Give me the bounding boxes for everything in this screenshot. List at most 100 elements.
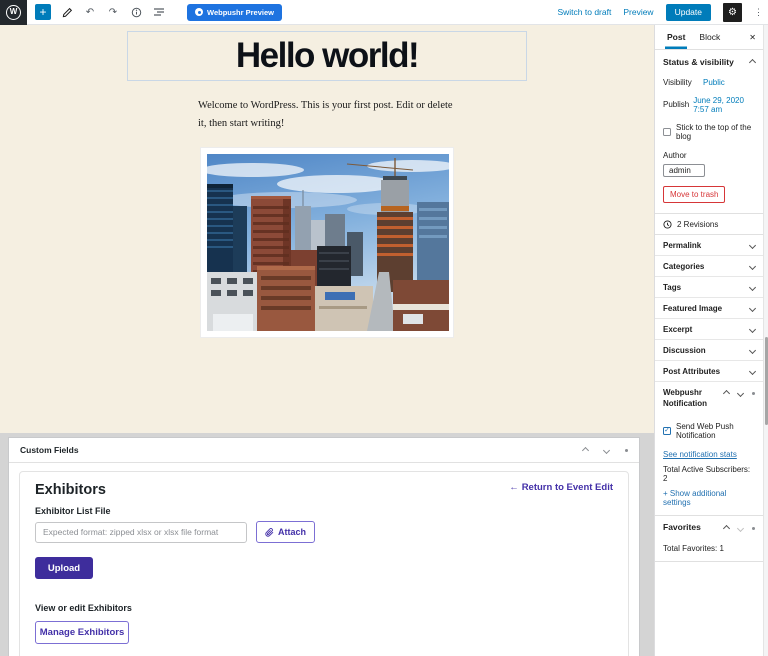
details-button[interactable] <box>129 5 143 19</box>
move-down-icon[interactable] <box>737 390 744 397</box>
notification-stats-link[interactable]: See notification stats <box>663 450 755 459</box>
redo-button[interactable]: ↷ <box>106 5 120 19</box>
settings-button[interactable]: ⚙ <box>723 3 742 22</box>
custom-fields-body: Exhibitors ← Return to Event Edit Exhibi… <box>9 462 639 656</box>
wordpress-logo-icon: W <box>6 5 21 20</box>
panel-options-icon[interactable] <box>752 392 755 395</box>
panel-featured-image-label: Featured Image <box>663 304 722 313</box>
webpushr-preview-label: Webpushr Preview <box>207 8 274 17</box>
add-block-button[interactable]: + <box>35 4 51 20</box>
toolbar-left-group: + ↶ ↷ Webpushr Preview <box>35 4 282 21</box>
panel-options-icon[interactable] <box>625 449 628 452</box>
move-up-icon[interactable] <box>723 525 730 532</box>
webpushr-panel-header: Webpushr Notification <box>655 382 763 416</box>
exhibitors-heading: Exhibitors <box>35 482 106 498</box>
attach-button[interactable]: Attach <box>256 521 315 543</box>
exhibitor-file-input[interactable] <box>35 522 247 543</box>
exhibitor-list-file-label: Exhibitor List File <box>35 506 613 516</box>
more-options-button[interactable]: ⋮ <box>754 7 763 18</box>
plus-icon: + <box>39 6 46 18</box>
undo-button[interactable]: ↶ <box>83 5 97 19</box>
list-view-button[interactable] <box>152 5 166 19</box>
panel-permalink[interactable]: Permalink <box>655 235 763 256</box>
view-or-edit-label: View or edit Exhibitors <box>35 603 613 613</box>
exhibitors-card: Exhibitors ← Return to Event Edit Exhibi… <box>19 471 629 656</box>
tab-block[interactable]: Block <box>697 25 722 49</box>
panel-tags-label: Tags <box>663 283 681 292</box>
file-row: Attach <box>35 521 613 543</box>
visibility-label: Visibility <box>663 78 703 87</box>
edit-mode-button[interactable] <box>60 5 74 19</box>
webpushr-panel-title: Webpushr Notification <box>663 388 709 410</box>
wordpress-logo-button[interactable]: W <box>0 0 27 25</box>
update-button[interactable]: Update <box>666 4 711 21</box>
preview-link[interactable]: Preview <box>623 7 653 17</box>
publish-row: Publish June 29, 2020 7:57 am <box>655 91 763 118</box>
move-down-icon[interactable] <box>737 525 744 532</box>
panel-permalink-label: Permalink <box>663 241 701 250</box>
post-image-block[interactable] <box>200 147 454 338</box>
custom-fields-header[interactable]: Custom Fields <box>9 438 639 462</box>
move-up-icon[interactable] <box>723 390 730 397</box>
send-push-label: Send Web Push Notification <box>676 422 755 440</box>
visibility-row: Visibility Public <box>655 73 763 91</box>
post-paragraph[interactable]: Welcome to WordPress. This is your first… <box>198 97 456 134</box>
panel-post-attributes-label: Post Attributes <box>663 367 720 376</box>
gear-icon: ⚙ <box>728 7 737 18</box>
panel-tags[interactable]: Tags <box>655 277 763 298</box>
page-scrollbar[interactable] <box>763 25 768 656</box>
scrollbar-thumb[interactable] <box>765 337 768 425</box>
move-to-trash-button[interactable]: Move to trash <box>663 186 725 203</box>
stick-to-top-checkbox[interactable] <box>663 128 671 136</box>
close-sidebar-button[interactable]: ✕ <box>749 33 756 42</box>
chevron-down-icon <box>749 283 756 290</box>
publish-value-link[interactable]: June 29, 2020 7:57 am <box>693 96 755 114</box>
revisions-label: 2 Revisions <box>677 220 718 229</box>
post-title[interactable]: Hello world! <box>236 36 418 76</box>
upload-button[interactable]: Upload <box>35 557 93 579</box>
tab-post[interactable]: Post <box>665 25 687 49</box>
panel-discussion[interactable]: Discussion <box>655 340 763 361</box>
send-push-checkbox[interactable]: ✓ <box>663 427 671 435</box>
panel-discussion-label: Discussion <box>663 346 706 355</box>
chevron-down-icon <box>749 346 756 353</box>
editor-toolbar: W + ↶ ↷ Webpushr Preview Switch to draft… <box>0 0 768 25</box>
chevron-down-icon <box>749 325 756 332</box>
exhibitors-card-top: Exhibitors ← Return to Event Edit <box>35 482 613 498</box>
move-down-icon[interactable] <box>603 446 610 453</box>
visibility-value-link[interactable]: Public <box>703 78 725 87</box>
show-additional-settings-link[interactable]: + Show additional settings <box>663 489 755 507</box>
sidebar-tabs: Post Block ✕ <box>655 25 763 50</box>
kebab-icon: ⋮ <box>754 7 763 17</box>
subscribers-count: Total Active Subscribers: 2 <box>663 465 755 483</box>
close-icon: ✕ <box>749 33 756 42</box>
check-icon: ✓ <box>664 427 670 434</box>
revisions-row[interactable]: 2 Revisions <box>655 214 763 235</box>
panel-post-attributes[interactable]: Post Attributes <box>655 361 763 382</box>
author-select[interactable]: admin <box>663 164 705 177</box>
post-title-block[interactable]: Hello world! <box>127 31 527 81</box>
stick-to-top-row: Stick to the top of the blog <box>655 118 763 145</box>
info-icon <box>131 7 142 18</box>
panel-options-icon[interactable] <box>752 527 755 530</box>
switch-to-draft-link[interactable]: Switch to draft <box>557 7 611 17</box>
city-skyline-image <box>207 154 449 331</box>
move-up-icon[interactable] <box>582 446 589 453</box>
chevron-down-icon <box>749 304 756 311</box>
author-label: Author <box>655 145 763 160</box>
panel-categories[interactable]: Categories <box>655 256 763 277</box>
metabox-area: Custom Fields Exhibitors ← Return to Eve… <box>0 433 654 656</box>
panel-categories-label: Categories <box>663 262 704 271</box>
send-push-row: ✓ Send Web Push Notification <box>663 417 755 444</box>
webpushr-preview-button[interactable]: Webpushr Preview <box>187 4 282 21</box>
list-view-icon <box>153 7 165 17</box>
chevron-down-icon <box>749 262 756 269</box>
panel-featured-image[interactable]: Featured Image <box>655 298 763 319</box>
pencil-icon <box>62 7 73 18</box>
favorites-panel-title: Favorites <box>663 522 701 532</box>
status-visibility-header[interactable]: Status & visibility <box>655 50 763 73</box>
favorites-total: Total Favorites: 1 <box>655 538 763 562</box>
manage-exhibitors-button[interactable]: Manage Exhibitors <box>35 621 129 644</box>
return-to-event-edit-link[interactable]: ← Return to Event Edit <box>509 482 613 493</box>
panel-excerpt[interactable]: Excerpt <box>655 319 763 340</box>
